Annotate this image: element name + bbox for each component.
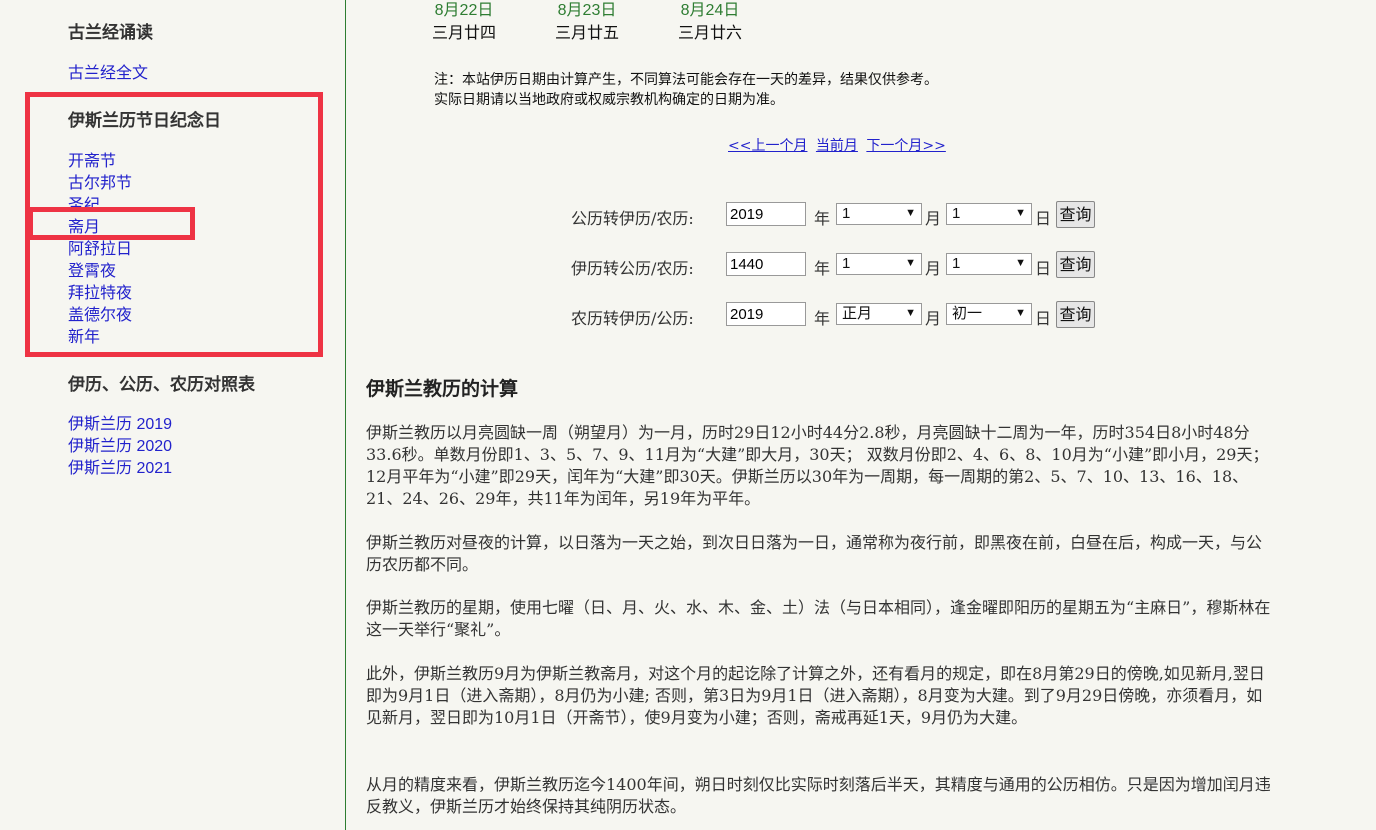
month-navigation: <<上一个月 当前月 下一个月>> [728, 135, 950, 155]
chevron-down-icon: ▼ [1015, 257, 1026, 269]
month-unit: 月 [925, 309, 942, 328]
chevron-down-icon: ▼ [905, 257, 916, 269]
query-button[interactable]: 查询 [1056, 201, 1095, 228]
day-select[interactable]: 初一 ▼ [946, 303, 1032, 325]
year-unit: 年 [814, 209, 831, 228]
month-unit: 月 [925, 259, 942, 278]
sidebar-link-table[interactable]: 伊斯兰历 2019 [68, 414, 172, 436]
sidebar-link-quran-full-text[interactable]: 古兰经全文 [68, 62, 148, 84]
day-unit: 日 [1035, 259, 1052, 278]
day-select[interactable]: 1 ▼ [946, 203, 1032, 225]
year-unit: 年 [814, 309, 831, 328]
main-content: 8月22日 三月廿四 8月23日 三月廿五 8月24日 三月廿六 注：本站伊历日… [346, 0, 1376, 830]
converter-label: 公历转伊历/农历: [571, 209, 694, 228]
converter-label: 农历转伊历/公历: [571, 309, 694, 328]
note-line: 注：本站伊历日期由计算产生，不同算法可能会存在一天的差异，结果仅供参考。 [434, 72, 938, 88]
prev-month-link[interactable]: <<上一个月 [728, 138, 807, 154]
chevron-down-icon: ▼ [1015, 207, 1026, 219]
month-select[interactable]: 1 ▼ [836, 253, 922, 275]
next-month-link[interactable]: 下一个月>> [866, 138, 945, 154]
month-select[interactable]: 1 ▼ [836, 203, 922, 225]
lunar-date: 三月廿四 [431, 23, 496, 42]
gregorian-date: 8月24日 [680, 2, 740, 19]
query-button[interactable]: 查询 [1056, 301, 1095, 328]
lunar-date: 三月廿六 [677, 23, 742, 42]
calendar-day: 8月23日 三月廿五 [542, 0, 632, 44]
current-month-link[interactable]: 当前月 [816, 138, 858, 154]
lunar-date: 三月廿五 [554, 23, 619, 42]
sidebar-link-table[interactable]: 伊斯兰历 2020 [68, 436, 172, 458]
calendar-day: 8月22日 三月廿四 [419, 0, 509, 44]
note-line: 实际日期请以当地政府或权威宗教机构确定的日期为准。 [434, 92, 784, 108]
day-select[interactable]: 1 ▼ [946, 253, 1032, 275]
gregorian-date: 8月23日 [557, 2, 617, 19]
year-input[interactable] [726, 202, 806, 226]
article-paragraph: 伊斯兰教历的星期，使用七曜（日、月、火、水、木、金、土）法（与日本相同），逢金曜… [366, 598, 1271, 639]
month-unit: 月 [925, 209, 942, 228]
year-input[interactable] [726, 252, 806, 276]
calendar-day: 8月24日 三月廿六 [665, 0, 755, 44]
article-paragraph: 伊斯兰教历以月亮圆缺一周（朔望月）为一月，历时29日12小时44分2.8秒，月亮… [366, 423, 1269, 508]
disclaimer-note: 注：本站伊历日期由计算产生，不同算法可能会存在一天的差异，结果仅供参考。 实际日… [434, 70, 938, 110]
article-paragraph: 伊斯兰教历对昼夜的计算，以日落为一天之始，到次日日落为一日，通常称为夜行前，即黑… [366, 533, 1263, 574]
page: 古兰经诵读 古兰经全文 伊斯兰历节日纪念日 开斋节 古尔邦节 圣纪 斋月 阿舒拉… [0, 0, 1376, 830]
sidebar-link-table[interactable]: 伊斯兰历 2021 [68, 458, 172, 480]
query-button[interactable]: 查询 [1056, 251, 1095, 278]
month-select[interactable]: 正月 ▼ [836, 303, 922, 325]
year-input[interactable] [726, 302, 806, 326]
chevron-down-icon: ▼ [905, 307, 916, 319]
gregorian-date: 8月22日 [434, 2, 494, 19]
highlight-box-ramadan [28, 207, 195, 240]
day-unit: 日 [1035, 309, 1052, 328]
year-unit: 年 [814, 259, 831, 278]
article-paragraph: 从月的精度来看，伊斯兰教历迄今1400年间，朔日时刻仅比实际时刻落后半天，其精度… [366, 775, 1271, 816]
article-title: 伊斯兰教历的计算 [366, 378, 519, 400]
sidebar-heading-quran: 古兰经诵读 [68, 23, 153, 43]
day-unit: 日 [1035, 209, 1052, 228]
chevron-down-icon: ▼ [1015, 307, 1026, 319]
sidebar-heading-tables: 伊历、公历、农历对照表 [68, 375, 255, 395]
article-paragraph: 此外，伊斯兰教历9月为伊斯兰教斋月，对这个月的起讫除了计算之外，还有看月的规定，… [366, 664, 1265, 727]
converter-label: 伊历转公历/农历: [571, 259, 694, 278]
chevron-down-icon: ▼ [905, 207, 916, 219]
